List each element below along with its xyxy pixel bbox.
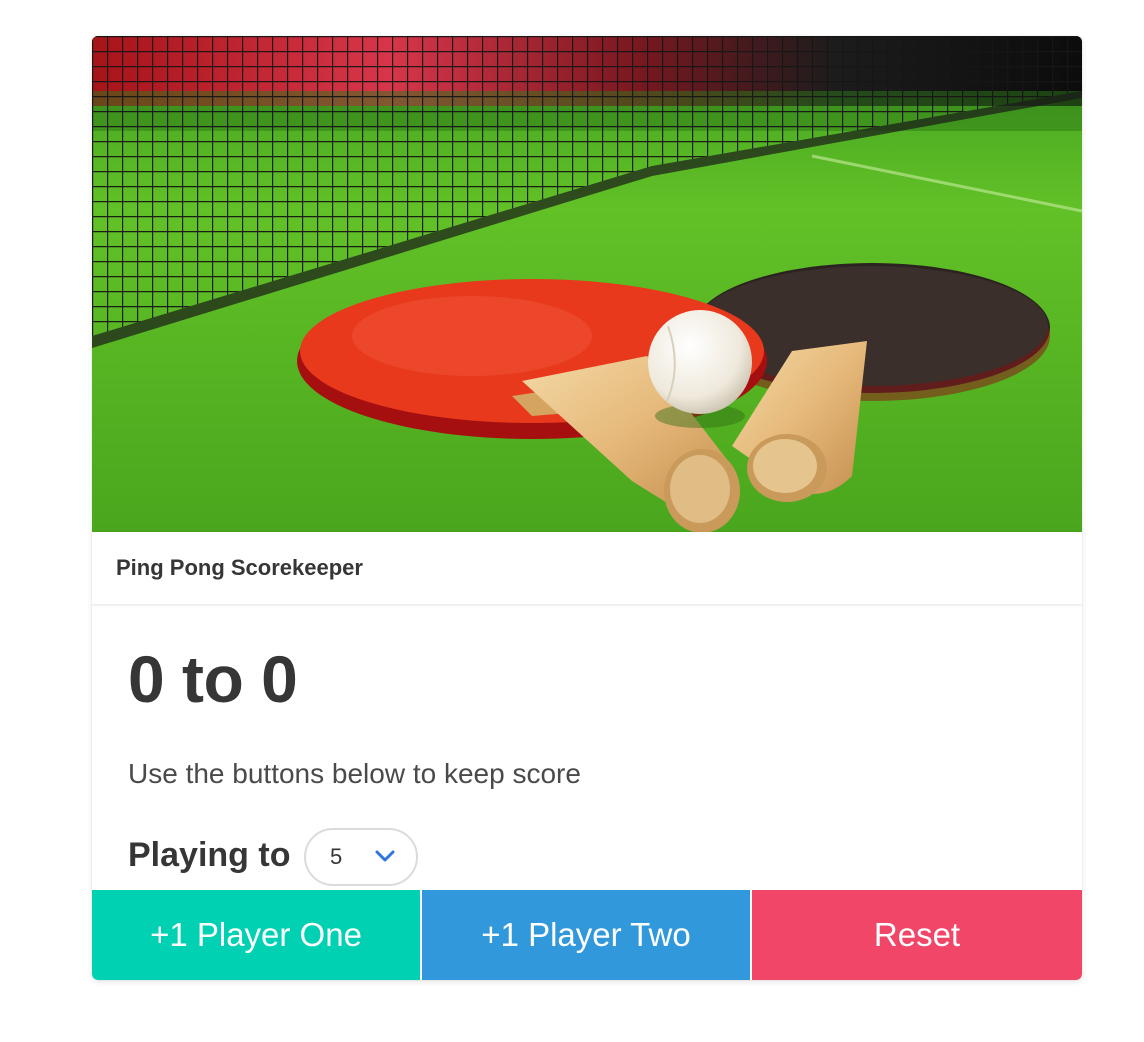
score-instructions: Use the buttons below to keep score <box>128 758 581 789</box>
score-display: 0 to 0 <box>128 642 298 716</box>
scorekeeper-card: Ping Pong Scorekeeper 0 to 0 Use the but… <box>92 36 1082 980</box>
chevron-down-icon <box>374 848 396 869</box>
player-one-button[interactable]: +1 Player One <box>92 890 420 980</box>
playing-to-value: 5 <box>330 844 343 869</box>
ping-pong-photo <box>92 36 1082 532</box>
playing-to-label: Playing to <box>128 836 291 874</box>
app-title: Ping Pong Scorekeeper <box>116 555 363 580</box>
card-content: 0 to 0 Use the buttons below to keep sco… <box>92 604 1082 890</box>
reset-button[interactable]: Reset <box>752 890 1082 980</box>
player-two-button[interactable]: +1 Player Two <box>422 890 750 980</box>
card-footer: +1 Player One +1 Player Two Reset <box>92 890 1082 980</box>
card-header: Ping Pong Scorekeeper <box>92 532 1082 604</box>
playing-to-select[interactable]: 5 <box>304 828 418 886</box>
